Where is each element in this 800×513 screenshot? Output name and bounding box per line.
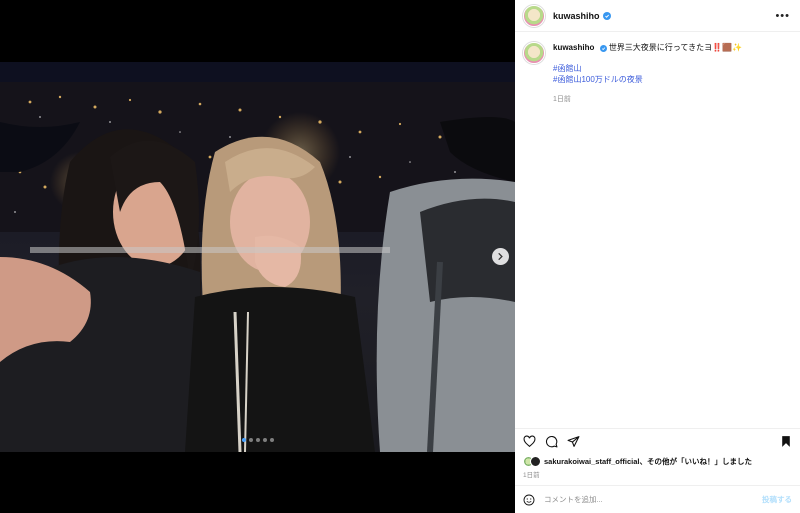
caption-row: kuwashiho 世界三大夜景に行ってきたヨ‼️🟫✨ #函館山 #函館山100… xyxy=(523,42,790,105)
liked-by-suffix: 、その他が「いいね！」しました xyxy=(639,457,752,466)
caption-section: kuwashiho 世界三大夜景に行ってきたヨ‼️🟫✨ #函館山 #函館山100… xyxy=(515,32,800,428)
more-options-icon[interactable]: ••• xyxy=(775,10,790,22)
carousel-dot xyxy=(255,438,260,442)
comment-box: 投稿する xyxy=(515,485,800,513)
caption: kuwashiho 世界三大夜景に行ってきたヨ‼️🟫✨ #函館山 #函館山100… xyxy=(553,42,742,105)
post-side-panel: kuwashiho ••• kuwashiho 世界三大夜景に行ってきたヨ‼️🟫… xyxy=(515,0,800,513)
carousel-dot xyxy=(241,438,246,442)
comment-input[interactable] xyxy=(544,495,762,504)
hashtag-link[interactable]: #函館山100万ドルの夜景 xyxy=(553,74,742,85)
carousel-dot xyxy=(248,438,253,442)
verified-badge-icon xyxy=(602,11,611,20)
post-media xyxy=(0,0,515,513)
post-photo[interactable] xyxy=(0,62,515,452)
carousel-dot xyxy=(269,438,274,442)
header-username[interactable]: kuwashiho xyxy=(553,11,600,21)
post-comment-button[interactable]: 投稿する xyxy=(762,494,792,505)
verified-badge-icon xyxy=(599,45,607,52)
heart-icon[interactable] xyxy=(523,435,536,448)
likes-text[interactable]: sakurakoiwai_staff_official、その他が「いいね！」しま… xyxy=(544,456,752,467)
chevron-right-icon xyxy=(498,253,503,260)
next-slide-button[interactable] xyxy=(492,248,509,265)
action-bar xyxy=(515,428,800,454)
carousel-dot xyxy=(262,438,267,442)
liked-by-username[interactable]: sakurakoiwai_staff_official xyxy=(544,457,639,466)
post-viewer: kuwashiho ••• kuwashiho 世界三大夜景に行ってきたヨ‼️🟫… xyxy=(0,0,800,513)
carousel-indicators xyxy=(0,438,515,442)
bookmark-icon[interactable] xyxy=(780,435,792,448)
hashtag-list: #函館山 #函館山100万ドルの夜景 xyxy=(553,63,742,85)
caption-username[interactable]: kuwashiho xyxy=(553,43,594,52)
caption-timestamp[interactable]: 1日前 xyxy=(553,94,742,105)
send-icon[interactable] xyxy=(567,435,580,448)
liker-avatar[interactable] xyxy=(530,456,541,467)
caption-text: 世界三大夜景に行ってきたヨ‼️🟫✨ xyxy=(608,43,743,52)
hashtag-link[interactable]: #函館山 xyxy=(553,63,742,74)
post-date[interactable]: 1日前 xyxy=(515,467,800,485)
comment-icon[interactable] xyxy=(545,435,558,448)
avatar[interactable] xyxy=(523,4,545,27)
photo-illustration xyxy=(0,62,515,452)
likes-row: sakurakoiwai_staff_official、その他が「いいね！」しま… xyxy=(515,454,800,467)
caption-avatar[interactable] xyxy=(523,42,545,64)
emoji-icon[interactable] xyxy=(523,494,535,506)
post-header: kuwashiho ••• xyxy=(515,0,800,32)
